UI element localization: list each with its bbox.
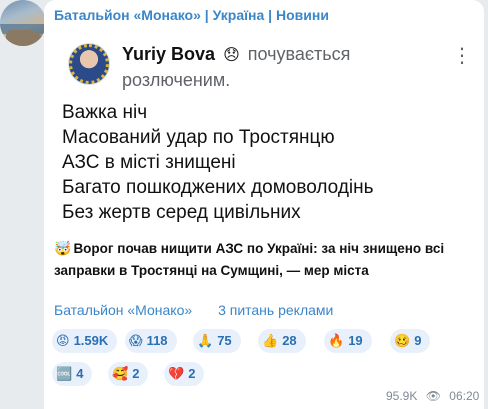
status-text-2: розлюченим. bbox=[122, 70, 231, 90]
headline: 🤯 Ворог почав нищити АЗС по Україні: за н… bbox=[54, 237, 474, 282]
reaction-count: 28 bbox=[282, 333, 297, 348]
smiling-hearts-icon: 🥰 bbox=[112, 366, 129, 381]
author-name: Yuriy Bova bbox=[122, 44, 216, 64]
author-line: Yuriy Bova 😞 почувається bbox=[122, 44, 350, 65]
message-meta: 95.9K 👁 06:20 bbox=[386, 389, 479, 403]
broken-heart-icon: 💔 bbox=[168, 366, 185, 381]
cool-button-icon: 🆒 bbox=[56, 366, 73, 381]
reaction-fire[interactable]: 🔥 19 bbox=[324, 329, 372, 353]
embedded-post: Yuriy Bova 😞 почувається розлюченим. ⋮ В… bbox=[54, 30, 478, 235]
woozy-face-icon: 🥴 bbox=[394, 333, 411, 348]
reaction-pray[interactable]: 🙏 75 bbox=[193, 329, 241, 353]
reaction-count: 2 bbox=[132, 366, 140, 381]
post-line: Без жертв серед цивільних bbox=[62, 202, 301, 223]
reaction-count: 1.59K bbox=[73, 333, 109, 348]
channel-avatar[interactable] bbox=[0, 0, 46, 46]
screaming-face-icon: 😱 bbox=[129, 333, 143, 348]
reaction-thumbs-up[interactable]: 👍 28 bbox=[258, 329, 306, 353]
post-line: Багато пошкоджених домоволодінь bbox=[62, 177, 374, 198]
reaction-count: 118 bbox=[146, 333, 168, 348]
reaction-woozy[interactable]: 🥴 9 bbox=[390, 329, 431, 353]
status-text: почувається bbox=[247, 44, 351, 64]
exploding-head-icon: 🤯 bbox=[54, 240, 72, 256]
message-bubble: Батальйон «Монако» | Україна | Новини Yu… bbox=[44, 0, 484, 409]
folded-hands-icon: 🙏 bbox=[197, 333, 214, 348]
reaction-count: 2 bbox=[188, 366, 196, 381]
view-count: 95.9K bbox=[386, 389, 418, 403]
post-header: Yuriy Bova 😞 почувається розлюченим. ⋮ bbox=[54, 30, 478, 100]
fire-icon: 🔥 bbox=[328, 333, 345, 348]
reaction-count: 75 bbox=[217, 333, 232, 348]
angry-face-icon: 😡 bbox=[56, 333, 70, 348]
reaction-count: 4 bbox=[76, 366, 84, 381]
post-line: Масований удар по Тростянцю bbox=[62, 127, 335, 148]
reaction-angry[interactable]: 😡 1.59K bbox=[52, 329, 118, 353]
footer-links: Батальйон «Монако» 3 питань реклами bbox=[54, 302, 333, 318]
reaction-count: 19 bbox=[348, 333, 363, 348]
channel-name[interactable]: Батальйон «Монако» | Україна | Новини bbox=[54, 7, 329, 23]
message-time: 06:20 bbox=[449, 389, 480, 403]
message-row: Батальйон «Монако» | Україна | Новини Yu… bbox=[0, 0, 488, 409]
headline-text: Ворог почав нищити АЗС по Україні: за ні… bbox=[54, 241, 445, 278]
post-line: Важка ніч bbox=[62, 102, 148, 123]
more-options-icon[interactable]: ⋮ bbox=[452, 44, 472, 68]
post-line: АЗС в місті знищені bbox=[62, 152, 236, 173]
eye-icon: 👁 bbox=[425, 389, 441, 403]
ads-link[interactable]: 3 питань реклами bbox=[218, 302, 333, 318]
reaction-love-face[interactable]: 🥰 2 bbox=[108, 362, 149, 386]
reaction-broken-heart[interactable]: 💔 2 bbox=[164, 362, 205, 386]
author-avatar bbox=[68, 43, 110, 85]
status-emoji: 😞 bbox=[223, 47, 240, 64]
channel-link[interactable]: Батальйон «Монако» bbox=[54, 302, 192, 318]
reaction-cool[interactable]: 🆒 4 bbox=[52, 362, 93, 386]
thumbs-up-icon: 👍 bbox=[262, 333, 279, 348]
reaction-scream[interactable]: 😱 118 bbox=[125, 329, 177, 353]
reaction-count: 9 bbox=[414, 333, 422, 348]
post-text: Важка ніч Масований удар по Тростянцю АЗ… bbox=[62, 100, 374, 225]
